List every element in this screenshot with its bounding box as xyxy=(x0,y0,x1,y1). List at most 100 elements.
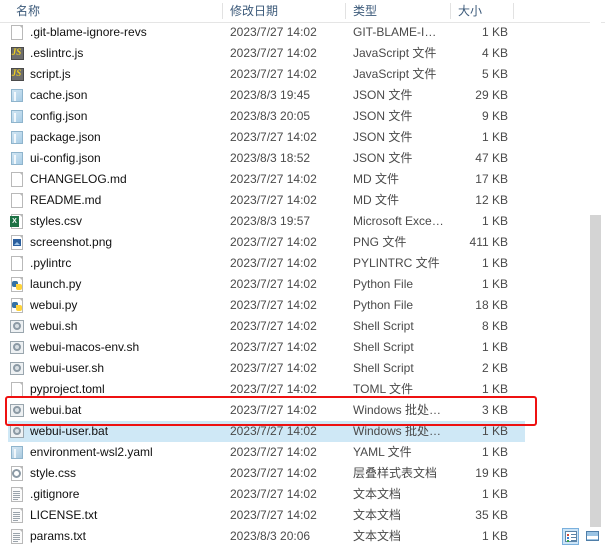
file-size-cell: 29 KB xyxy=(450,85,508,106)
file-size-cell: 1 KB xyxy=(450,253,508,274)
file-type-cell: JavaScript 文件 xyxy=(353,64,445,85)
file-explorer-list-view: 名称 修改日期 类型 大小 .git-blame-ignore-revs2023… xyxy=(0,0,605,548)
file-row[interactable]: package.json2023/7/27 14:02JSON 文件1 KB xyxy=(0,127,605,148)
file-row[interactable]: webui-user.bat2023/7/27 14:02Windows 批处理… xyxy=(0,421,605,442)
details-view-icon[interactable] xyxy=(562,528,579,545)
column-header-type[interactable]: 类型 xyxy=(345,0,450,22)
file-row[interactable]: environment-wsl2.yaml2023/7/27 14:02YAML… xyxy=(0,442,605,463)
file-date-cell: 2023/7/27 14:02 xyxy=(230,400,342,421)
file-name-cell: package.json xyxy=(30,127,222,148)
text-document-icon xyxy=(10,487,25,503)
file-row[interactable]: JSscript.js2023/7/27 14:02JavaScript 文件5… xyxy=(0,64,605,85)
text-document-icon xyxy=(10,508,25,524)
file-date-cell: 2023/7/27 14:02 xyxy=(230,484,342,505)
scrollbar-thumb[interactable] xyxy=(590,215,601,527)
file-row[interactable]: LICENSE.txt2023/7/27 14:02文本文档35 KB xyxy=(0,505,605,526)
file-row[interactable]: webui.sh2023/7/27 14:02Shell Script8 KB xyxy=(0,316,605,337)
file-date-cell: 2023/7/27 14:02 xyxy=(230,22,342,43)
png-image-file-icon xyxy=(10,235,25,251)
file-row[interactable]: style.css2023/7/27 14:02层叠样式表文档19 KB xyxy=(0,463,605,484)
file-name-cell: ui-config.json xyxy=(30,148,222,169)
blank-file-icon xyxy=(10,25,25,41)
file-date-cell: 2023/7/27 14:02 xyxy=(230,64,342,85)
file-date-cell: 2023/7/27 14:02 xyxy=(230,463,342,484)
file-date-cell: 2023/8/3 20:06 xyxy=(230,526,342,547)
file-type-cell: PNG 文件 xyxy=(353,232,445,253)
file-name-cell: environment-wsl2.yaml xyxy=(30,442,222,463)
file-date-cell: 2023/7/27 14:02 xyxy=(230,358,342,379)
file-name-cell: styles.csv xyxy=(30,211,222,232)
python-file-icon xyxy=(10,277,25,293)
file-type-cell: PYLINTRC 文件 xyxy=(353,253,445,274)
file-row[interactable]: JS.eslintrc.js2023/7/27 14:02JavaScript … xyxy=(0,43,605,64)
column-header-size[interactable]: 大小 xyxy=(450,0,513,22)
file-size-cell: 1 KB xyxy=(450,484,508,505)
file-row[interactable]: .pylintrc 2023/7/27 14:02 PYLINTRC 文件1 KB xyxy=(0,253,605,274)
file-type-cell: Python File xyxy=(353,295,445,316)
file-row[interactable]: webui.bat2023/7/27 14:02Windows 批处理...3 … xyxy=(0,400,605,421)
file-row[interactable]: params.txt2023/8/3 20:06文本文档1 KB xyxy=(0,526,605,547)
file-size-cell: 1 KB xyxy=(450,337,508,358)
file-date-cell: 2023/7/27 14:02 xyxy=(230,379,342,400)
file-size-cell: 1 KB xyxy=(450,379,508,400)
file-date-cell: 2023/7/27 14:02 xyxy=(230,442,342,463)
column-header-date-modified[interactable]: 修改日期 xyxy=(222,0,345,22)
file-row[interactable]: cache.json2023/8/3 19:45JSON 文件29 KB xyxy=(0,85,605,106)
file-row[interactable]: .gitignore2023/7/27 14:02文本文档1 KB xyxy=(0,484,605,505)
file-row[interactable]: ui-config.json2023/8/3 18:52JSON 文件47 KB xyxy=(0,148,605,169)
file-size-cell: 1 KB xyxy=(450,274,508,295)
file-type-cell: GIT-BLAME-IGN... xyxy=(353,22,445,43)
large-icons-view-icon[interactable] xyxy=(584,528,601,545)
file-name-cell: webui.sh xyxy=(30,316,222,337)
file-row[interactable]: pyproject.toml2023/7/27 14:02TOML 文件1 KB xyxy=(0,379,605,400)
file-row[interactable]: webui-macos-env.sh2023/7/27 14:02Shell S… xyxy=(0,337,605,358)
file-name-cell: pyproject.toml xyxy=(30,379,222,400)
file-list[interactable]: .git-blame-ignore-revs2023/7/27 14:02GIT… xyxy=(0,22,605,527)
css-file-icon xyxy=(10,466,25,482)
javascript-file-icon: JS xyxy=(10,46,25,62)
file-date-cell: 2023/7/27 14:02 xyxy=(230,232,342,253)
file-row[interactable]: config.json2023/8/3 20:05JSON 文件9 KB xyxy=(0,106,605,127)
file-name-cell: webui.bat xyxy=(30,400,222,421)
file-row[interactable]: CHANGELOG.md2023/7/27 14:02MD 文件17 KB xyxy=(0,169,605,190)
file-row[interactable]: webui-user.sh2023/7/27 14:02Shell Script… xyxy=(0,358,605,379)
shell-script-file-icon xyxy=(10,361,25,377)
file-date-cell: 2023/7/27 14:02 xyxy=(230,253,342,274)
file-size-cell: 35 KB xyxy=(450,505,508,526)
shell-script-file-icon xyxy=(10,340,25,356)
file-row[interactable]: Xstyles.csv2023/8/3 19:57Microsoft Excel… xyxy=(0,211,605,232)
file-row[interactable]: screenshot.png2023/7/27 14:02PNG 文件411 K… xyxy=(0,232,605,253)
file-date-cell: 2023/7/27 14:02 xyxy=(230,295,342,316)
file-size-cell: 4 KB xyxy=(450,43,508,64)
file-row[interactable]: launch.py2023/7/27 14:02Python File1 KB xyxy=(0,274,605,295)
file-name-cell: .gitignore xyxy=(30,484,222,505)
file-name-cell: webui-macos-env.sh xyxy=(30,337,222,358)
file-size-cell: 1 KB xyxy=(450,442,508,463)
json-file-icon xyxy=(10,130,25,146)
blank-file-icon xyxy=(10,256,25,272)
file-row[interactable]: webui.py2023/7/27 14:02Python File18 KB xyxy=(0,295,605,316)
file-size-cell: 18 KB xyxy=(450,295,508,316)
file-size-cell: 2 KB xyxy=(450,358,508,379)
file-row[interactable]: .git-blame-ignore-revs2023/7/27 14:02GIT… xyxy=(0,22,605,43)
column-header-name[interactable]: 名称 xyxy=(8,0,222,22)
file-type-cell: 文本文档 xyxy=(353,505,445,526)
python-file-icon xyxy=(10,298,25,314)
file-type-cell: Shell Script xyxy=(353,358,445,379)
vertical-scrollbar[interactable] xyxy=(590,0,601,527)
shell-script-file-icon xyxy=(10,319,25,335)
file-name-cell: launch.py xyxy=(30,274,222,295)
view-mode-toggle-group[interactable] xyxy=(562,527,601,545)
file-type-cell: Shell Script xyxy=(353,337,445,358)
file-size-cell: 1 KB xyxy=(450,526,508,547)
file-row[interactable]: README.md2023/7/27 14:02MD 文件12 KB xyxy=(0,190,605,211)
text-document-icon xyxy=(10,529,25,545)
file-name-cell: cache.json xyxy=(30,85,222,106)
file-date-cell: 2023/7/27 14:02 xyxy=(230,169,342,190)
file-date-cell: 2023/8/3 18:52 xyxy=(230,148,342,169)
file-size-cell: 9 KB xyxy=(450,106,508,127)
file-type-cell: Shell Script xyxy=(353,316,445,337)
file-name-cell: webui-user.bat xyxy=(30,421,222,442)
file-size-cell: 8 KB xyxy=(450,316,508,337)
file-name-cell: .pylintrc xyxy=(30,253,222,274)
